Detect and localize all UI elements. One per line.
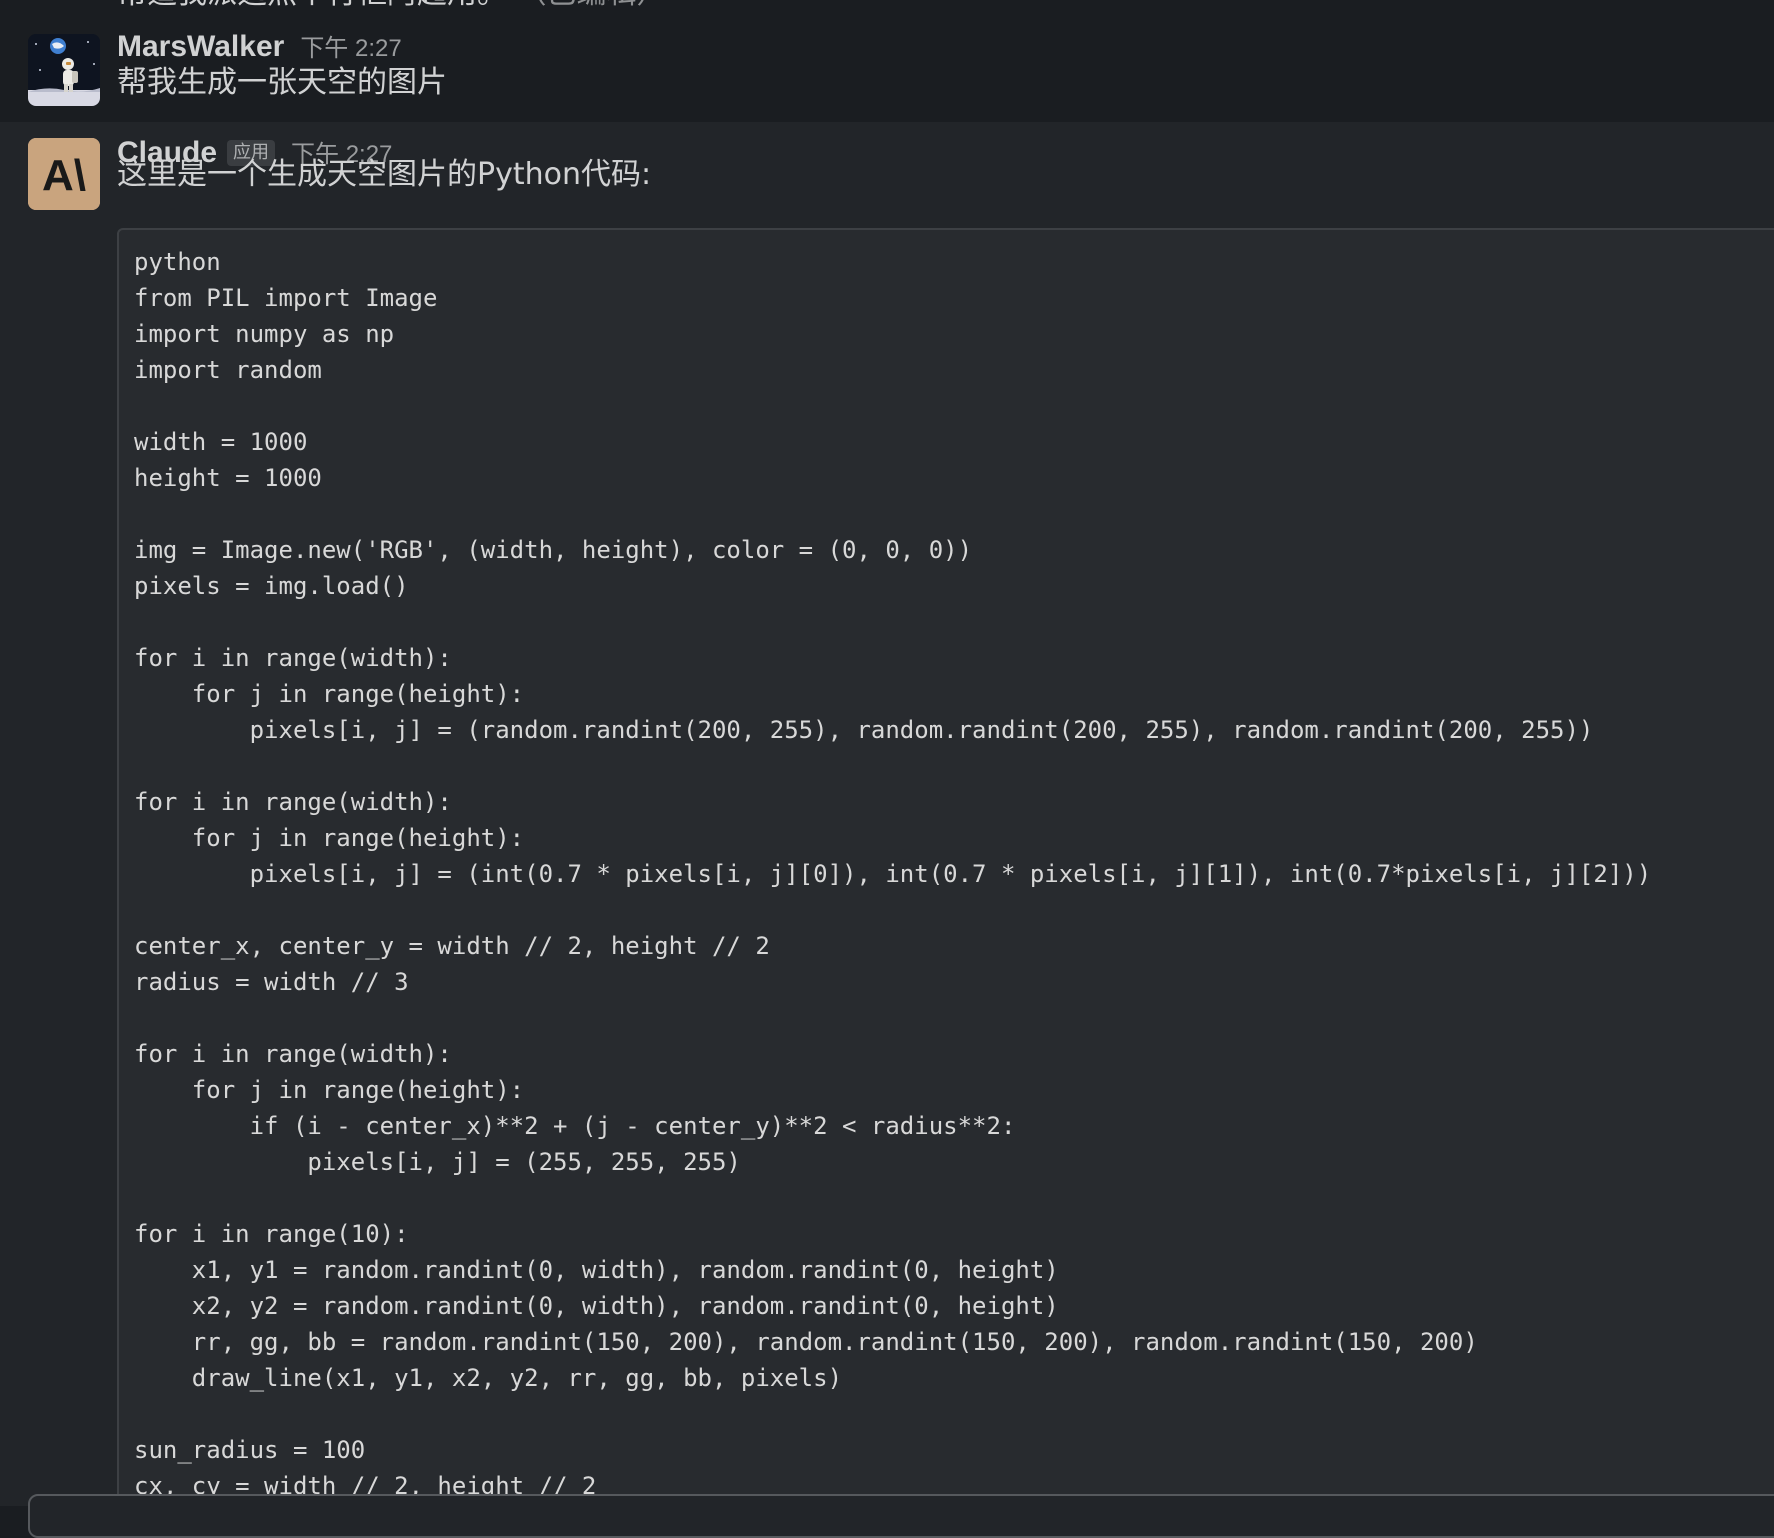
svg-text:A\: A\ [42, 151, 86, 200]
message-timestamp[interactable]: 下午 2:27 [300, 28, 401, 63]
edited-marker: （已编辑） [517, 0, 667, 11]
code-block[interactable]: python from PIL import Image import nump… [117, 228, 1774, 1528]
message-claude: A\ Claude 应用 下午 2:27 这里是一个生成天空图片的Python代… [0, 122, 1774, 1528]
message-composer[interactable] [28, 1494, 1774, 1538]
message-marswalker: MarsWalker 下午 2:27 帮我生成一张天空的图片 [0, 12, 1774, 122]
astronaut-avatar-icon[interactable] [28, 34, 100, 106]
previous-message-text: 帮造我派选照个行框阿起用。 [117, 0, 507, 11]
message-text: 帮我生成一张天空的图片 [117, 65, 447, 100]
anthropic-logo-image: A\ [28, 138, 100, 210]
previous-message-fragment: 帮造我派选照个行框阿起用。 （已编辑） [0, 0, 1774, 12]
message-text: 这里是一个生成天空图片的Python代码: [117, 157, 652, 192]
author-name[interactable]: MarsWalker [117, 30, 284, 64]
code-content[interactable]: python from PIL import Image import nump… [134, 244, 1651, 1504]
astronaut-avatar-image [28, 34, 100, 106]
anthropic-logo-icon[interactable]: A\ [28, 138, 100, 210]
